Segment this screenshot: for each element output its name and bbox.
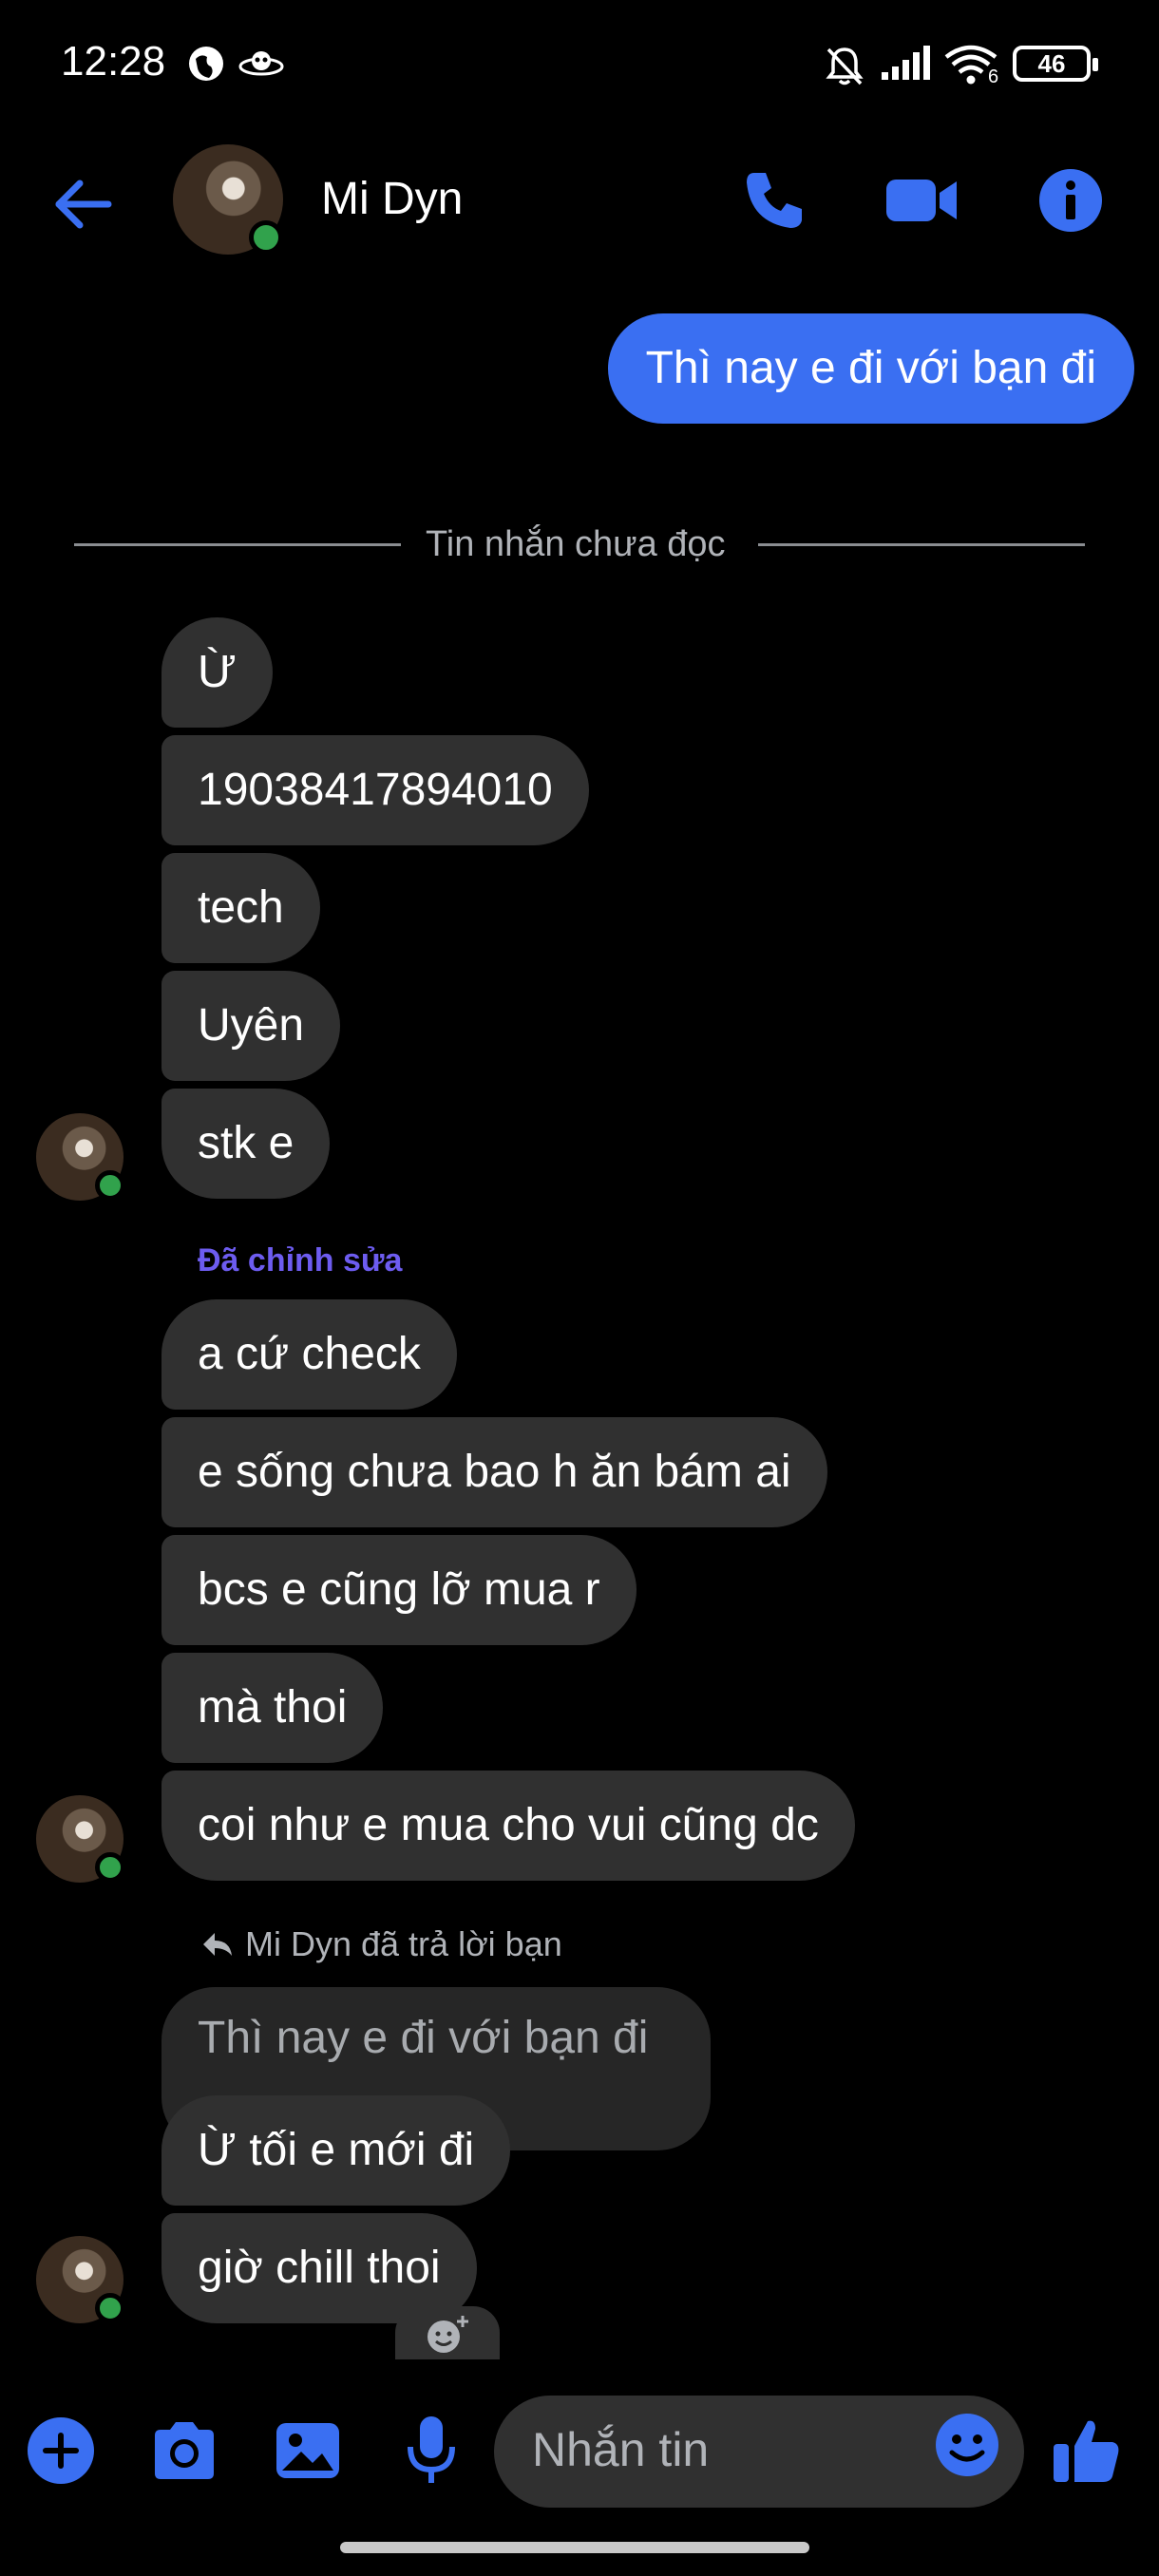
conversation-header: Mi Dyn [0,133,1159,266]
divider-line-left [74,543,401,546]
received-message-bubble[interactable]: bcs e cũng lỡ mua r [162,1535,636,1645]
gallery-button[interactable] [270,2413,346,2489]
received-message-bubble[interactable]: e sống chưa bao h ăn bám ai [162,1417,827,1527]
vpn-icon [186,44,226,88]
plus-icon [28,2417,94,2484]
divider-line-right [758,543,1085,546]
quoted-message-text: Thì nay e đi với bạn đi [198,2013,649,2063]
received-message-bubble[interactable]: mà thoi [162,1653,384,1763]
camera-button[interactable] [146,2413,222,2489]
add-reaction-icon [428,2316,468,2353]
online-status-dot [95,1852,125,1883]
edited-label: Đã chỉnh sửa [198,1242,403,1279]
back-arrow-icon [55,180,112,229]
video-call-button[interactable] [882,160,963,241]
reply-label-text: Mi Dyn đã trả lời bạn [245,1924,562,1963]
received-message-bubble[interactable]: Uyên [162,971,341,1081]
received-message-bubble[interactable]: Ừ tối e mới đi [162,2095,511,2206]
received-message-bubble[interactable]: tech [162,853,320,963]
info-button[interactable] [1030,160,1112,241]
voice-call-button[interactable] [733,160,815,241]
camera-icon [155,2422,214,2479]
emoji-button[interactable] [933,2411,1009,2487]
signal-icon [880,44,933,86]
online-status-dot [95,2293,125,2323]
unread-divider-label: Tin nhắn chưa đọc [426,524,726,564]
battery-icon: 46 [1013,46,1098,82]
more-actions-button[interactable] [23,2413,99,2489]
muted-bell-icon [823,44,866,92]
reply-arrow-icon [203,1933,232,1956]
received-message-bubble[interactable]: stk e [162,1089,331,1199]
info-icon [1039,169,1102,232]
phone-icon [747,173,802,228]
back-button[interactable] [49,171,125,247]
received-message-bubble[interactable]: coi như e mua cho vui cũng dc [162,1771,855,1881]
voice-record-button[interactable] [393,2413,469,2489]
received-message-bubble[interactable]: 19038417894010 [162,735,589,845]
online-status-dot [95,1170,125,1201]
add-reaction-button[interactable] [395,2306,500,2359]
alien-icon [238,44,285,88]
video-icon [886,180,957,221]
emoji-icon [936,2414,998,2476]
online-status-dot [249,220,283,255]
reply-indicator: Mi Dyn đã trả lời bạn [201,1924,562,1964]
sent-message-bubble[interactable]: Thì nay e đi với bạn đi [607,313,1134,424]
contact-name[interactable]: Mi Dyn [321,173,463,225]
message-composer: Nhắn tin [0,2384,1159,2517]
signal-label: 6 [988,66,999,87]
thumbs-up-icon [1054,2420,1119,2482]
status-bar: 12:28 6 46 [0,0,1159,123]
microphone-icon [408,2416,455,2483]
status-time: 12:28 [61,38,166,85]
received-message-bubble[interactable]: a cứ check [162,1299,457,1410]
like-button[interactable] [1049,2413,1125,2489]
message-input-placeholder: Nhắn tin [532,2423,710,2476]
image-icon [276,2423,339,2478]
battery-level: 46 [1037,49,1066,78]
received-message-bubble[interactable]: Ừ [162,617,273,728]
home-indicator[interactable] [340,2542,809,2553]
